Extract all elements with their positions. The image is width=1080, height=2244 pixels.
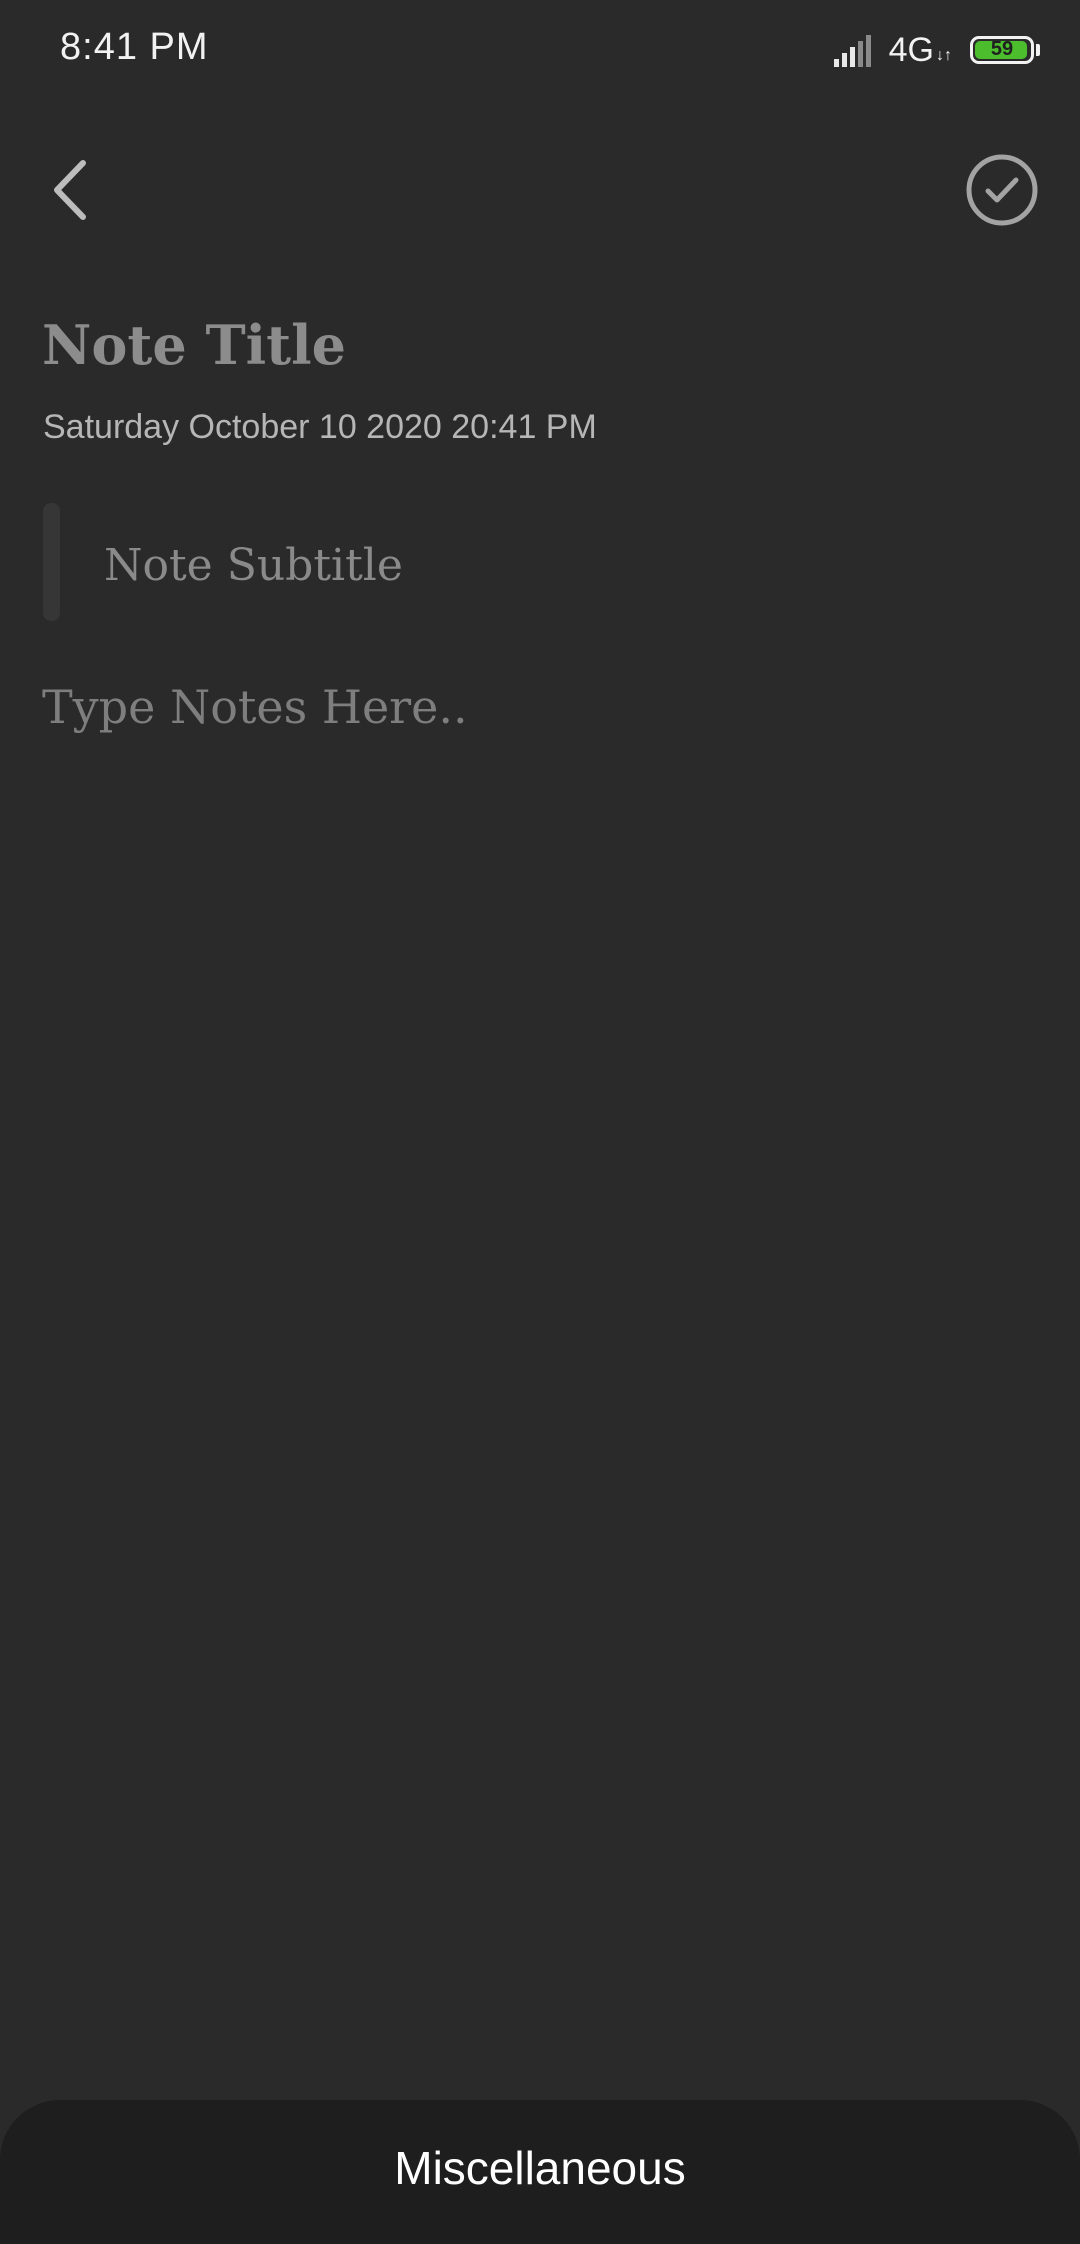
note-subtitle-input[interactable] xyxy=(104,530,1024,600)
miscellaneous-sheet-handle[interactable]: Miscellaneous xyxy=(0,2100,1080,2244)
save-note-button[interactable] xyxy=(962,150,1042,230)
note-editor-screen: 8:41 PM 4G ↓↑ 59 Note Title Saturday Oct… xyxy=(0,0,1080,2244)
status-bar: 8:41 PM 4G ↓↑ 59 xyxy=(0,0,1080,100)
note-body-input[interactable] xyxy=(42,672,1042,1972)
signal-icon xyxy=(833,33,871,67)
check-circle-icon xyxy=(966,154,1038,226)
note-title-input[interactable] xyxy=(42,305,1042,385)
battery-level: 59 xyxy=(990,38,1014,60)
status-time: 8:41 PM xyxy=(60,26,209,68)
back-button[interactable] xyxy=(30,150,110,230)
miscellaneous-label: Miscellaneous xyxy=(394,2142,686,2194)
battery-cap xyxy=(1036,44,1040,56)
note-date-time: Saturday October 10 2020 20:41 PM xyxy=(43,408,597,446)
network-type: 4G xyxy=(888,30,934,69)
battery-icon: 59 xyxy=(970,36,1034,64)
chevron-left-icon xyxy=(54,160,86,220)
subtitle-indicator-bar xyxy=(43,503,60,621)
status-indicators: 4G ↓↑ 59 xyxy=(833,28,1040,72)
data-activity-icon: ↓↑ xyxy=(936,47,952,64)
